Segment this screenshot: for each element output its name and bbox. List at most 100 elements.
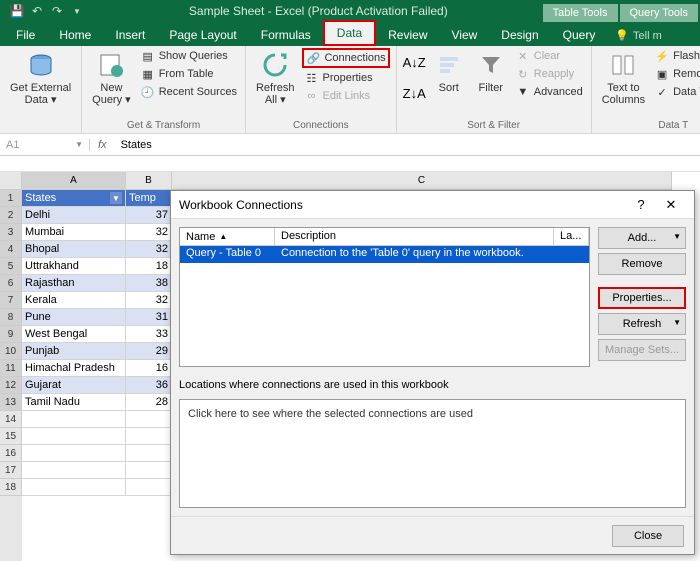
row-header[interactable]: 15: [0, 428, 22, 445]
cell[interactable]: [22, 411, 126, 428]
cell[interactable]: Delhi: [22, 207, 126, 224]
clear-button[interactable]: ✕Clear: [514, 48, 585, 64]
connections-button[interactable]: 🔗Connections: [302, 48, 389, 68]
table-header-states[interactable]: States▼: [22, 190, 126, 207]
remove-button[interactable]: Remove: [598, 253, 686, 275]
cell[interactable]: 31: [126, 309, 172, 326]
cell[interactable]: [126, 479, 172, 496]
locations-box[interactable]: Click here to see where the selected con…: [179, 399, 686, 508]
select-all-corner[interactable]: [0, 172, 22, 190]
tab-insert[interactable]: Insert: [103, 24, 157, 46]
filter-dropdown-icon[interactable]: ▼: [110, 192, 122, 204]
tab-file[interactable]: File: [4, 24, 47, 46]
cell[interactable]: 16: [126, 360, 172, 377]
cell[interactable]: 18: [126, 258, 172, 275]
row-header[interactable]: 16: [0, 445, 22, 462]
cell[interactable]: 32: [126, 292, 172, 309]
col-header-a[interactable]: A: [22, 172, 126, 190]
cell[interactable]: Pune: [22, 309, 126, 326]
add-button[interactable]: Add...▼: [598, 227, 686, 249]
tab-design[interactable]: Design: [489, 24, 550, 46]
refresh-all-button[interactable]: Refresh All ▾: [252, 48, 299, 108]
data-validation-button[interactable]: ✓Data Validation: [653, 84, 700, 100]
get-external-data-button[interactable]: Get External Data ▾: [6, 48, 75, 108]
show-queries-button[interactable]: ▤Show Queries: [139, 48, 239, 64]
name-box[interactable]: A1▼: [0, 139, 90, 151]
tab-view[interactable]: View: [440, 24, 490, 46]
new-query-button[interactable]: New Query ▾: [88, 48, 135, 108]
redo-icon[interactable]: ↷: [48, 2, 66, 20]
dialog-help-button[interactable]: ?: [626, 197, 656, 212]
sort-desc-icon[interactable]: Z↓A: [403, 86, 426, 101]
cell[interactable]: Bhopal: [22, 241, 126, 258]
cell[interactable]: Mumbai: [22, 224, 126, 241]
cell[interactable]: Uttrakhand: [22, 258, 126, 275]
connections-list[interactable]: Name▲ Description La... Query - Table 0 …: [179, 227, 590, 367]
cell[interactable]: Punjab: [22, 343, 126, 360]
cell[interactable]: Rajasthan: [22, 275, 126, 292]
tab-home[interactable]: Home: [47, 24, 103, 46]
cell[interactable]: [22, 462, 126, 479]
col-name-header[interactable]: Name▲: [180, 228, 275, 245]
properties-button[interactable]: Properties...: [598, 287, 686, 309]
cell[interactable]: Kerala: [22, 292, 126, 309]
tab-data[interactable]: Data: [323, 20, 376, 46]
cell[interactable]: 37: [126, 207, 172, 224]
row-header[interactable]: 18: [0, 479, 22, 496]
col-header-c[interactable]: C: [172, 172, 672, 190]
cell[interactable]: [126, 411, 172, 428]
reapply-button[interactable]: ↻Reapply: [514, 66, 585, 82]
cell[interactable]: [126, 462, 172, 479]
formula-input[interactable]: States: [115, 139, 700, 151]
row-header[interactable]: 10: [0, 343, 22, 360]
col-last-header[interactable]: La...: [554, 228, 589, 245]
context-tab-query-tools[interactable]: Query Tools: [620, 4, 699, 22]
row-header[interactable]: 14: [0, 411, 22, 428]
filter-button[interactable]: Filter: [472, 48, 510, 96]
flash-fill-button[interactable]: ⚡Flash Fill: [653, 48, 700, 64]
tab-page-layout[interactable]: Page Layout: [157, 24, 248, 46]
cell[interactable]: 29: [126, 343, 172, 360]
row-header[interactable]: 13: [0, 394, 22, 411]
row-header[interactable]: 12: [0, 377, 22, 394]
text-to-columns-button[interactable]: Text to Columns: [598, 48, 649, 108]
from-table-button[interactable]: ▦From Table: [139, 66, 239, 82]
context-tab-table-tools[interactable]: Table Tools: [543, 4, 618, 22]
sort-asc-icon[interactable]: A↓Z: [403, 55, 426, 70]
cell[interactable]: [126, 445, 172, 462]
tab-formulas[interactable]: Formulas: [249, 24, 323, 46]
cell[interactable]: [22, 479, 126, 496]
tab-review[interactable]: Review: [376, 24, 439, 46]
close-button[interactable]: Close: [612, 525, 684, 547]
row-header[interactable]: 8: [0, 309, 22, 326]
cell[interactable]: [22, 445, 126, 462]
remove-duplicates-button[interactable]: ▣Remove Dupl: [653, 66, 700, 82]
row-header[interactable]: 3: [0, 224, 22, 241]
dialog-close-button[interactable]: ✕: [656, 197, 686, 213]
advanced-button[interactable]: ▼Advanced: [514, 84, 585, 100]
row-header[interactable]: 5: [0, 258, 22, 275]
row-header[interactable]: 7: [0, 292, 22, 309]
row-header[interactable]: 1: [0, 190, 22, 207]
cell[interactable]: 32: [126, 224, 172, 241]
properties-button[interactable]: ☷Properties: [302, 70, 389, 86]
save-icon[interactable]: 💾: [8, 2, 26, 20]
cell[interactable]: Tamil Nadu: [22, 394, 126, 411]
refresh-button[interactable]: Refresh▼: [598, 313, 686, 335]
row-header[interactable]: 17: [0, 462, 22, 479]
cell[interactable]: [22, 428, 126, 445]
chevron-down-icon[interactable]: ▼: [75, 140, 83, 149]
connection-row[interactable]: Query - Table 0 Connection to the 'Table…: [180, 246, 589, 263]
sort-button[interactable]: Sort: [430, 48, 468, 96]
edit-links-button[interactable]: ∞Edit Links: [302, 88, 389, 104]
cell[interactable]: 36: [126, 377, 172, 394]
cell[interactable]: Himachal Pradesh: [22, 360, 126, 377]
cell[interactable]: 32: [126, 241, 172, 258]
row-header[interactable]: 9: [0, 326, 22, 343]
tab-query[interactable]: Query: [551, 24, 608, 46]
cell[interactable]: 38: [126, 275, 172, 292]
col-desc-header[interactable]: Description: [275, 228, 554, 245]
qat-customize-icon[interactable]: ▼: [68, 2, 86, 20]
row-header[interactable]: 2: [0, 207, 22, 224]
cell[interactable]: 33: [126, 326, 172, 343]
